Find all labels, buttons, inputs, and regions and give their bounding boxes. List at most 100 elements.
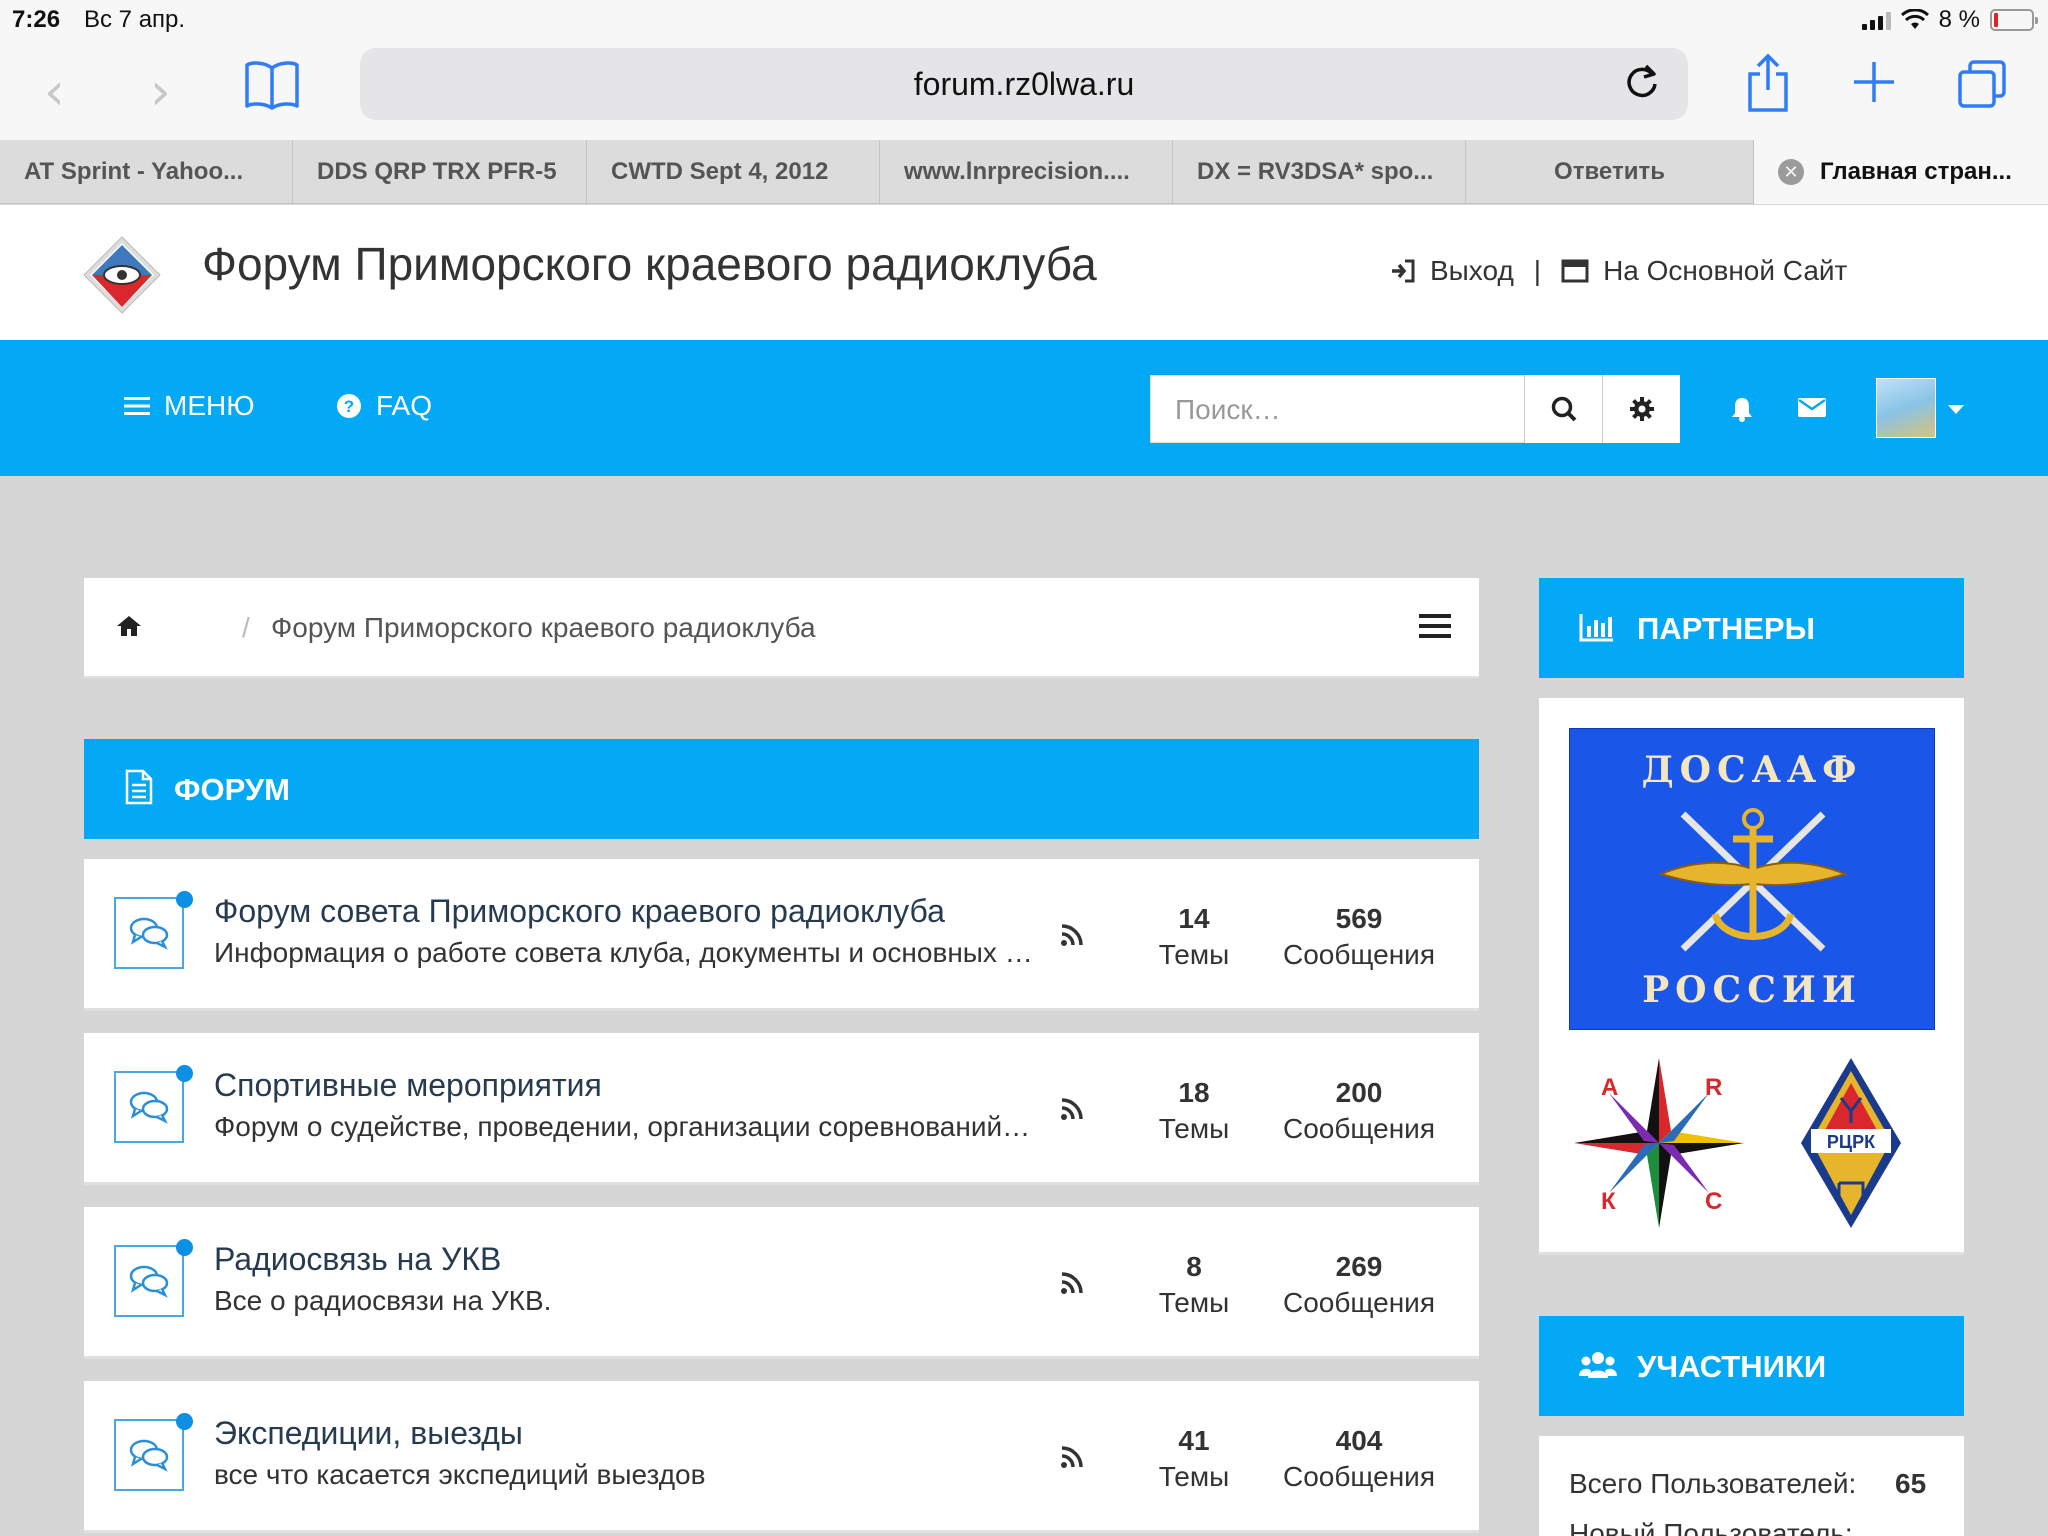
- menu-button[interactable]: МЕНЮ: [124, 390, 255, 422]
- partners-panel: ДОСААФ РОССИИ А R К С РЦРК: [1539, 698, 1964, 1255]
- dosaaf-emblem-icon: [1658, 808, 1848, 952]
- rss-icon[interactable]: [1060, 1445, 1084, 1469]
- forum-section-header: ФОРУМ: [84, 739, 1479, 839]
- posts-count: 200 Сообщения: [1283, 1077, 1435, 1144]
- comments-icon: [114, 897, 184, 969]
- browser-tab-active[interactable]: ✕ Главная стран...: [1754, 140, 2048, 204]
- site-title: Форум Приморского краевого радиоклуба: [202, 238, 1097, 290]
- svg-text:К: К: [1601, 1188, 1616, 1215]
- forum-title[interactable]: Спортивные мероприятия: [214, 1067, 602, 1104]
- status-right: 8 %: [1861, 6, 2038, 34]
- forum-title[interactable]: Экспедиции, выезды: [214, 1415, 523, 1452]
- dosaaf-bottom-text: РОССИИ: [1642, 969, 1862, 1011]
- home-icon[interactable]: [116, 614, 142, 638]
- breadcrumb-separator: /: [242, 612, 250, 643]
- members-title: УЧАСТНИКИ: [1637, 1349, 1827, 1384]
- chevron-down-icon[interactable]: [1948, 405, 1964, 414]
- akrks-logo[interactable]: А R К С: [1569, 1053, 1749, 1233]
- cellular-signal-icon: [1861, 10, 1891, 30]
- address-bar[interactable]: forum.rz0lwa.ru: [360, 48, 1688, 120]
- search-input[interactable]: Поиск…: [1150, 375, 1530, 443]
- bookmarks-icon[interactable]: [244, 60, 300, 110]
- unread-indicator: [176, 891, 193, 908]
- battery-percent: 8 %: [1938, 6, 1980, 33]
- search-icon: [1551, 396, 1576, 422]
- hamburger-icon: [124, 397, 150, 415]
- topics-count: 8 Темы: [1158, 1251, 1230, 1318]
- header-links: Выход | На Основной Сайт: [1390, 255, 1847, 287]
- svg-text:?: ?: [344, 397, 354, 416]
- rss-icon[interactable]: [1060, 1097, 1084, 1121]
- forum-description: Информация о работе совета клуба, докуме…: [214, 937, 1034, 968]
- forum-row[interactable]: Форум совета Приморского краевого радиок…: [84, 859, 1479, 1011]
- forum-row[interactable]: Спортивные мероприятия Форум о судействе…: [84, 1033, 1479, 1185]
- wifi-icon: [1900, 9, 1929, 29]
- browser-tab[interactable]: DX = RV3DSA* spo...: [1173, 140, 1466, 204]
- browser-tab[interactable]: www.lnrprecision....: [880, 140, 1173, 204]
- search-placeholder: Поиск…: [1175, 394, 1281, 425]
- back-button[interactable]: ‹: [44, 62, 65, 122]
- site-logo[interactable]: [82, 235, 162, 315]
- comments-icon: [114, 1245, 184, 1317]
- reload-icon[interactable]: [1622, 62, 1662, 102]
- window-icon: [1561, 259, 1589, 283]
- forward-button[interactable]: ›: [150, 62, 171, 122]
- close-tab-icon[interactable]: ✕: [1778, 159, 1804, 185]
- advanced-search-button[interactable]: [1602, 375, 1680, 443]
- document-icon: [125, 769, 153, 805]
- browser-tab[interactable]: Ответить: [1466, 140, 1754, 204]
- breadcrumb-current[interactable]: Форум Приморского краевого радиоклуба: [271, 612, 816, 644]
- logout-link[interactable]: Выход: [1430, 255, 1514, 287]
- browser-tab[interactable]: AT Sprint - Yahoo...: [0, 140, 293, 204]
- topics-count: 18 Темы: [1158, 1077, 1230, 1144]
- forum-row[interactable]: Радиосвязь на УКВ Все о радиосвязи на УК…: [84, 1207, 1479, 1359]
- hamburger-icon[interactable]: [1419, 612, 1451, 640]
- browser-toolbar: ‹ › forum.rz0lwa.ru: [0, 40, 2048, 140]
- forum-description: все что касается экспедиций выездов: [214, 1459, 706, 1490]
- svg-text:R: R: [1705, 1074, 1722, 1101]
- unread-indicator: [176, 1239, 193, 1256]
- forum-description: Форум о судействе, проведении, организац…: [214, 1111, 1034, 1142]
- site-header: Форум Приморского краевого радиоклуба Вы…: [0, 205, 2048, 340]
- browser-tab[interactable]: DDS QRP TRX PFR-5: [293, 140, 587, 204]
- forum-title[interactable]: Радиосвязь на УКВ: [214, 1241, 501, 1278]
- total-users-value: 65: [1895, 1468, 1927, 1499]
- url-text: forum.rz0lwa.ru: [913, 66, 1135, 102]
- forum-row[interactable]: Экспедиции, выезды все что касается эксп…: [84, 1381, 1479, 1533]
- gear-icon: [1629, 397, 1654, 421]
- header-separator: |: [1533, 255, 1542, 286]
- rcrk-logo[interactable]: РЦРК: [1791, 1053, 1911, 1233]
- logout-icon: [1392, 259, 1415, 283]
- posts-count: 404 Сообщения: [1283, 1425, 1435, 1492]
- svg-text:РЦРК: РЦРК: [1827, 1132, 1876, 1152]
- battery-icon: [1990, 9, 2038, 31]
- main-site-link[interactable]: На Основной Сайт: [1603, 255, 1847, 287]
- main-navbar: МЕНЮ ? FAQ Поиск…: [0, 340, 2048, 476]
- browser-tab[interactable]: CWTD Sept 4, 2012: [587, 140, 880, 204]
- tabs-overview-icon[interactable]: [1956, 58, 2008, 110]
- status-date: Вс 7 апр.: [84, 6, 186, 33]
- user-avatar[interactable]: [1876, 378, 1936, 438]
- share-icon[interactable]: [1744, 52, 1792, 114]
- section-title: ФОРУМ: [174, 772, 290, 807]
- partners-title: ПАРТНЕРЫ: [1637, 611, 1815, 646]
- forum-title[interactable]: Форум совета Приморского краевого радиок…: [214, 893, 945, 930]
- members-header: УЧАСТНИКИ: [1539, 1316, 1964, 1416]
- mail-icon[interactable]: [1797, 395, 1827, 419]
- faq-link[interactable]: ? FAQ: [336, 390, 432, 422]
- question-circle-icon: ?: [337, 394, 361, 418]
- topics-count: 14 Темы: [1158, 903, 1230, 970]
- posts-count: 269 Сообщения: [1283, 1251, 1435, 1318]
- forum-description: Все о радиосвязи на УКВ.: [214, 1285, 552, 1316]
- browser-tab-strip: AT Sprint - Yahoo... DDS QRP TRX PFR-5 C…: [0, 140, 2048, 204]
- total-users-label: Всего Пользователей:: [1569, 1468, 1857, 1499]
- new-user-label: Новый Пользователь:: [1569, 1518, 1853, 1536]
- comments-icon: [114, 1419, 184, 1491]
- dosaaf-banner[interactable]: ДОСААФ РОССИИ: [1569, 728, 1935, 1030]
- rss-icon[interactable]: [1060, 1271, 1084, 1295]
- bell-icon[interactable]: [1728, 395, 1756, 423]
- new-tab-icon[interactable]: [1850, 58, 1898, 106]
- rss-icon[interactable]: [1060, 923, 1084, 947]
- search-button[interactable]: [1524, 375, 1602, 443]
- unread-indicator: [176, 1413, 193, 1430]
